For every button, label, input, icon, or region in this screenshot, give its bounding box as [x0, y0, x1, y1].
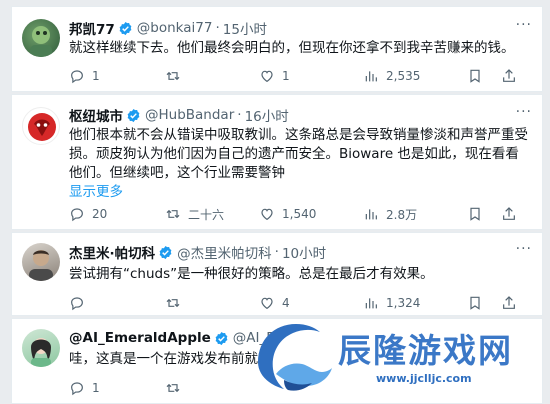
views-button[interactable]: 2,535 [363, 68, 467, 84]
views-button[interactable]: 2.8万 [363, 206, 467, 223]
retweet-button[interactable]: 二十六 [165, 206, 259, 223]
retweet-icon [166, 71, 180, 81]
views-count: 2,535 [386, 69, 421, 83]
tweet-text: 就这样继续下去。他们最终会明白的，但现在你还拿不到我辛苦赚来的钱。 [69, 40, 515, 56]
watermark-url: www.jjclljc.com [376, 372, 472, 385]
bookmark-icon [470, 207, 480, 221]
more-options-icon[interactable]: ··· [516, 104, 532, 120]
show-more-link[interactable]: 显示更多 [69, 183, 531, 202]
reply-button[interactable]: 1 [69, 68, 165, 84]
timestamp[interactable]: 10小时 [282, 242, 326, 262]
views-button[interactable]: 1,324 [363, 295, 467, 311]
tweet-header: 邦凯77 @bonkai77 · 15小时 [69, 18, 267, 38]
bookmark-button[interactable] [467, 206, 501, 222]
retweet-count: 二十六 [188, 207, 225, 222]
verified-badge-icon [127, 108, 140, 122]
heart-icon [261, 208, 273, 221]
tweet-text: 他们根本就不会从错误中吸取教训。这条路总是会导致销量惨淡和声誉严重受损。顽皮狗认… [69, 127, 528, 181]
avatar[interactable] [22, 19, 60, 57]
reply-count: 1 [92, 69, 100, 83]
tweet-card[interactable]: 枢纽城市 @HubBandar · 16小时 ··· 他们根本就不会从错误中吸取… [11, 94, 543, 230]
tweet-header: 枢纽城市 @HubBandar · 16小时 [69, 105, 289, 125]
heart-icon [261, 70, 273, 83]
share-button[interactable] [501, 206, 527, 222]
share-icon [503, 69, 515, 82]
timestamp[interactable]: 16小时 [245, 105, 289, 125]
tweet-actions: 20 二十六 1,540 2.8万 [69, 205, 539, 223]
views-chart-icon [365, 71, 377, 82]
tweet-header: @AI_EmeraldApple @AI_E [69, 328, 275, 348]
author-name[interactable]: @AI_EmeraldApple [69, 330, 211, 346]
separator-dot: · [237, 107, 242, 123]
tweet-text-wrapper: 他们根本就不会从错误中吸取教训。这条路总是会导致销量惨淡和声誉严重受损。顽皮狗认… [69, 126, 531, 202]
views-chart-icon [365, 209, 377, 220]
bookmark-button[interactable] [467, 68, 501, 84]
share-icon [503, 296, 515, 309]
author-name[interactable]: 杰里米·帕切科 [69, 242, 155, 262]
tweet-actions: 4 1,324 [69, 294, 539, 312]
like-count: 1 [282, 69, 290, 83]
tweet-card[interactable]: 邦凯77 @bonkai77 · 15小时 ··· 就这样继续下去。他们最终会明… [11, 6, 543, 92]
retweet-icon [166, 209, 180, 219]
heart-icon [261, 297, 273, 310]
like-count: 4 [282, 296, 290, 310]
views-chart-icon [365, 298, 377, 309]
tweet-card[interactable]: 杰里米·帕切科 @杰里米帕切科 · 10小时 ··· 尝试拥有“chuds”是一… [11, 232, 543, 316]
reply-icon [71, 70, 83, 84]
share-button[interactable] [501, 68, 527, 84]
bookmark-icon [470, 296, 480, 310]
share-button[interactable] [501, 295, 527, 311]
reply-button[interactable]: 20 [69, 206, 165, 222]
like-count: 1,540 [282, 207, 317, 221]
retweet-icon [166, 298, 180, 308]
avatar[interactable] [22, 107, 60, 145]
tweet-text: 尝试拥有“chuds”是一种很好的策略。总是在最后才有效果。 [69, 266, 434, 282]
share-icon [503, 207, 515, 220]
tweet-actions: 1 1 2,535 [69, 67, 539, 85]
avatar[interactable] [22, 243, 60, 281]
like-button[interactable]: 1,540 [259, 206, 363, 222]
views-count: 2.8万 [386, 207, 418, 222]
views-count: 1,324 [386, 296, 421, 310]
verified-badge-icon [159, 245, 172, 259]
timestamp[interactable]: 15小时 [223, 18, 267, 38]
watermark-text: 辰隆游戏网 [338, 331, 513, 370]
author-name[interactable]: 邦凯77 [69, 18, 115, 38]
avatar[interactable] [22, 329, 60, 367]
author-name[interactable]: 枢纽城市 [69, 105, 123, 125]
reply-icon [71, 208, 83, 222]
more-options-icon[interactable]: ··· [516, 17, 532, 33]
retweet-icon [166, 383, 180, 393]
reply-count: 20 [92, 207, 108, 221]
bookmark-button[interactable] [467, 295, 501, 311]
tweet-header: 杰里米·帕切科 @杰里米帕切科 · 10小时 [69, 242, 326, 262]
bookmark-icon [470, 69, 480, 83]
author-handle[interactable]: @bonkai77 [137, 20, 213, 36]
verified-badge-icon [215, 331, 228, 345]
wave-logo-icon [258, 324, 332, 391]
more-options-icon[interactable]: ··· [516, 241, 532, 257]
separator-dot: · [274, 244, 279, 260]
like-button[interactable]: 4 [259, 295, 363, 311]
retweet-button[interactable] [165, 380, 259, 396]
reply-button[interactable]: 1 [69, 380, 165, 396]
retweet-button[interactable] [165, 68, 259, 84]
reply-icon [71, 297, 83, 311]
author-handle[interactable]: @HubBandar [145, 107, 234, 123]
separator-dot: · [215, 20, 220, 36]
reply-count: 1 [92, 381, 100, 395]
verified-badge-icon [119, 21, 132, 35]
author-handle[interactable]: @杰里米帕切科 [177, 242, 272, 262]
reply-icon [71, 382, 83, 396]
watermark-logo: 辰隆游戏网 www.jjclljc.com [248, 316, 546, 404]
retweet-button[interactable] [165, 295, 259, 311]
reply-button[interactable] [69, 295, 165, 311]
like-button[interactable]: 1 [259, 68, 363, 84]
